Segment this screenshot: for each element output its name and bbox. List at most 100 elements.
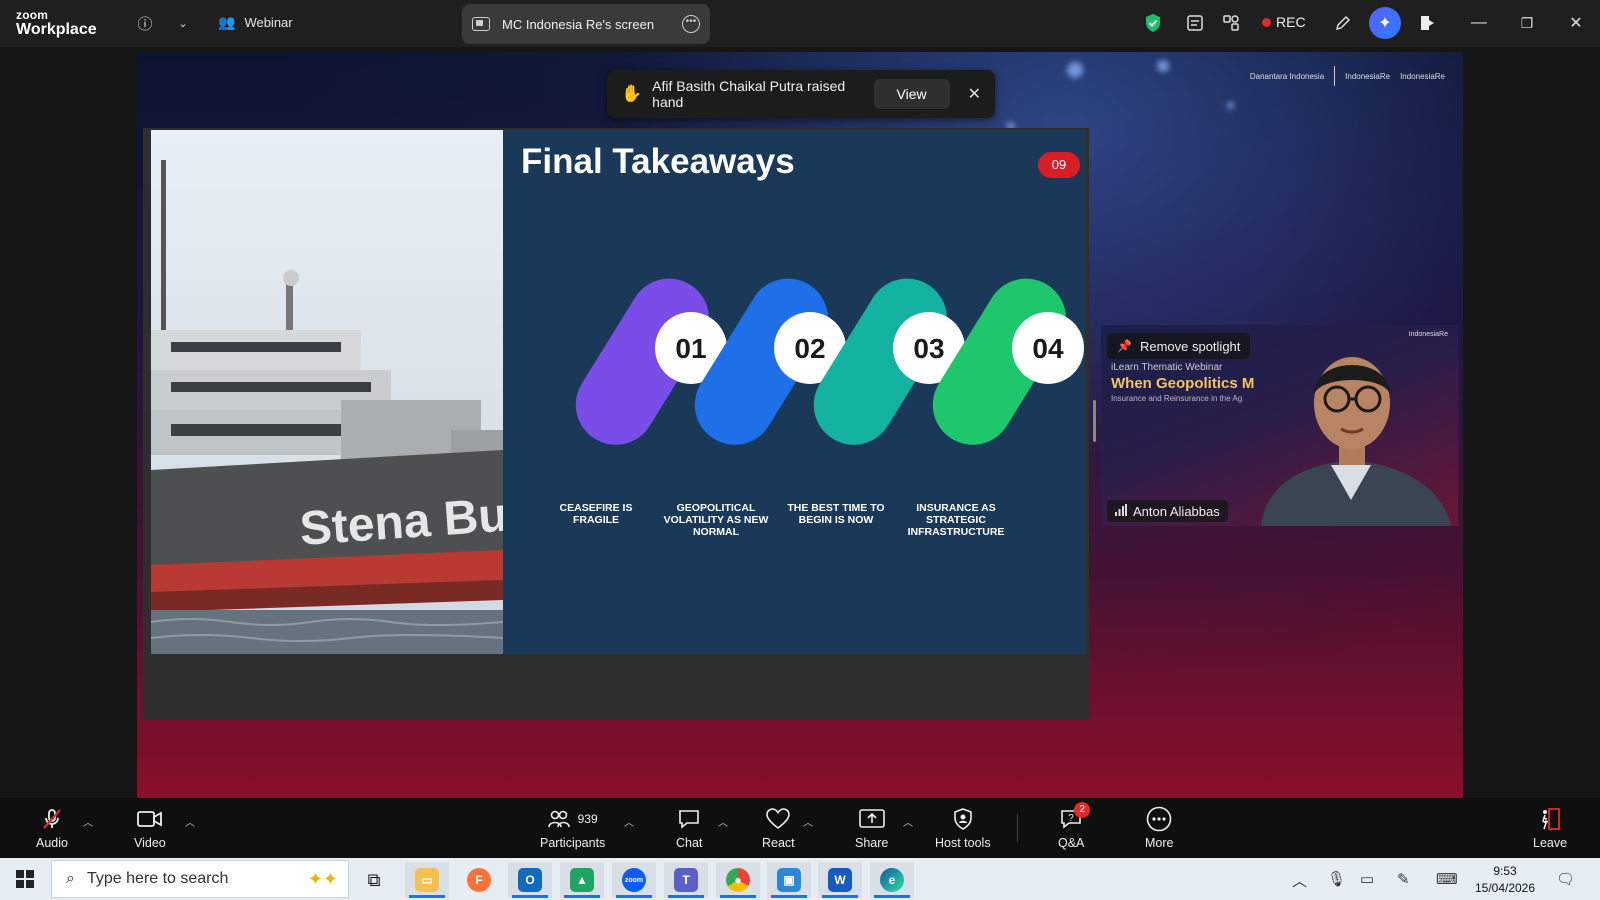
shield-icon — [953, 806, 973, 832]
people-icon: 👥 — [218, 14, 236, 30]
notifications-icon[interactable]: 🗨 — [1556, 870, 1575, 888]
raised-hand-notification: ✋ Afif Basith Chaikal Putra raised hand … — [607, 70, 995, 118]
search-highlight-sparkle-icon: ✦✦ — [307, 868, 338, 889]
leave-button[interactable]: Leave — [1533, 806, 1567, 850]
host-tools-button[interactable]: Host tools — [935, 806, 991, 850]
brand-large: Workplace — [16, 21, 97, 38]
close-icon[interactable]: ✕ — [1565, 12, 1587, 34]
minimize-icon[interactable]: — — [1468, 12, 1490, 34]
rec-label: REC — [1276, 14, 1306, 30]
view-button[interactable]: View — [873, 79, 950, 109]
presentation-slide: Stena Bul Final Takeaways 09 01 02 03 04 CE… — [151, 130, 1085, 654]
signal-bars-icon — [1115, 503, 1127, 519]
qa-button[interactable]: ? 2 Q&A — [1058, 802, 1091, 850]
sponsor-logos: Danantara Indonesia IndonesiaRe Indonesi… — [1250, 66, 1445, 86]
security-shield-icon[interactable] — [1142, 12, 1164, 34]
outlook-icon[interactable]: O — [508, 862, 552, 898]
annotate-pen-icon[interactable] — [1332, 12, 1354, 34]
shared-screen-tab[interactable]: MC Indonesia Re's screen ••• — [462, 4, 710, 44]
share-screen-icon — [858, 806, 885, 832]
share-options-caret-icon[interactable]: ︿ — [903, 814, 913, 829]
share-button[interactable]: Share — [855, 806, 888, 850]
chrome-icon[interactable]: ● — [716, 862, 760, 898]
meeting-controls-bar: Audio ︿ Video ︿ 939 Participants ︿ Chat … — [0, 798, 1600, 858]
show-hidden-icons-icon[interactable]: ︿ — [1292, 870, 1307, 891]
webinar-label: Webinar — [244, 15, 293, 30]
firefox-icon[interactable]: F — [457, 862, 501, 898]
qa-count-badge: 2 — [1074, 802, 1091, 818]
chat-label: Chat — [676, 836, 703, 850]
bokeh-light — [1227, 102, 1234, 109]
logo-indonesiare: IndonesiaRe — [1345, 71, 1391, 81]
step-number-text: 03 — [913, 333, 944, 364]
chat-button[interactable]: Chat — [676, 806, 702, 850]
word-icon[interactable]: W — [818, 862, 862, 898]
windows-start-icon[interactable] — [16, 870, 34, 888]
taskbar-clock[interactable]: 9:53 15/04/2026 — [1470, 863, 1540, 897]
chat-options-caret-icon[interactable]: ︿ — [718, 814, 728, 829]
speaker-video-tile[interactable]: IndonesiaRe 📌 Remove spotlight iLearn Th… — [1101, 325, 1458, 526]
takeaway-step-04: 04 — [932, 278, 1084, 445]
logo-danantara: Danantara Indonesia — [1249, 71, 1325, 81]
microphone-tray-icon[interactable]: 🎙 — [1327, 870, 1346, 888]
microphone-muted-icon — [40, 806, 64, 832]
raised-hand-icon: ✋ — [621, 84, 643, 103]
participants-count: 939 — [577, 812, 598, 826]
remove-spotlight-button[interactable]: 📌 Remove spotlight — [1107, 333, 1251, 359]
screen-tab-label: MC Indonesia Re's screen — [502, 16, 655, 32]
more-options-icon[interactable]: ••• — [682, 15, 700, 33]
leave-door-icon — [1538, 806, 1562, 832]
notes-icon[interactable] — [1184, 12, 1206, 34]
google-drive-icon[interactable]: ▲ — [560, 862, 604, 898]
task-view-icon[interactable]: ⧉ — [352, 862, 396, 898]
step-number-text: 02 — [794, 333, 825, 364]
raised-hand-message: Afif Basith Chaikal Putra raised hand — [652, 78, 846, 110]
svg-text:?: ? — [1068, 813, 1074, 824]
camera-icon — [136, 806, 163, 832]
leave-share-icon[interactable] — [1416, 12, 1438, 34]
zoom-app-icon[interactable]: zoom — [612, 862, 656, 898]
step-label-02: GEOPOLITICAL VOLATILITY AS NEW NORMAL — [663, 502, 769, 538]
keyboard-tray-icon[interactable]: ⌨ — [1436, 870, 1458, 888]
toolbar-divider — [1017, 814, 1018, 842]
react-button[interactable]: React — [762, 806, 795, 850]
clock-time: 9:53 — [1493, 864, 1517, 878]
video-logo: IndonesiaRe — [1408, 331, 1448, 338]
apps-icon[interactable] — [1220, 12, 1242, 34]
teams-icon[interactable]: T — [664, 862, 708, 898]
participant-name-tag: Anton Aliabbas — [1107, 500, 1228, 522]
restore-icon[interactable]: ❐ — [1516, 12, 1538, 34]
photos-icon[interactable]: ▣ — [767, 862, 811, 898]
pen-tray-icon[interactable]: ✎ — [1397, 870, 1410, 888]
webinar-title-text: When Geopolitics M — [1111, 375, 1255, 392]
recording-indicator[interactable]: REC — [1262, 14, 1306, 30]
zoom-title-bar: zoom Workplace ⓘ ⌄ 👥 Webinar MC Indonesi… — [0, 0, 1600, 47]
more-button[interactable]: More — [1145, 806, 1173, 850]
participants-options-caret-icon[interactable]: ︿ — [624, 814, 634, 829]
audio-options-caret-icon[interactable]: ︿ — [83, 814, 93, 829]
edge-icon[interactable]: e — [870, 862, 914, 898]
step-label-01: CEASEFIRE IS FRAGILE — [559, 502, 633, 526]
ai-companion-button[interactable]: ✦ — [1369, 7, 1401, 39]
bokeh-light — [1157, 60, 1169, 72]
audio-button[interactable]: Audio — [36, 806, 68, 850]
screen-share-icon — [472, 17, 490, 31]
video-options-caret-icon[interactable]: ︿ — [185, 814, 195, 829]
qa-icon: ? 2 — [1060, 802, 1091, 832]
webinar-indicator[interactable]: 👥 Webinar — [218, 14, 293, 31]
react-options-caret-icon[interactable]: ︿ — [803, 814, 813, 829]
file-explorer-icon[interactable]: ▭ — [405, 862, 449, 898]
dismiss-notification-icon[interactable]: ✕ — [968, 84, 981, 104]
remove-spotlight-label: Remove spotlight — [1139, 338, 1241, 354]
search-placeholder: Type here to search — [86, 870, 229, 887]
taskbar-search-box[interactable]: ⌕ Type here to search ✦✦ — [51, 860, 349, 898]
step-number-text: 01 — [675, 333, 706, 364]
video-button[interactable]: Video — [134, 806, 166, 850]
panel-resize-handle[interactable] — [1093, 400, 1096, 442]
meeting-info-icon[interactable]: ⓘ — [134, 12, 156, 34]
bokeh-light — [1067, 62, 1083, 78]
record-dot-icon — [1262, 17, 1271, 27]
participants-button[interactable]: 939 Participants — [540, 806, 605, 850]
display-tray-icon[interactable]: ▭ — [1360, 870, 1374, 888]
chevron-down-icon[interactable]: ⌄ — [172, 12, 194, 34]
